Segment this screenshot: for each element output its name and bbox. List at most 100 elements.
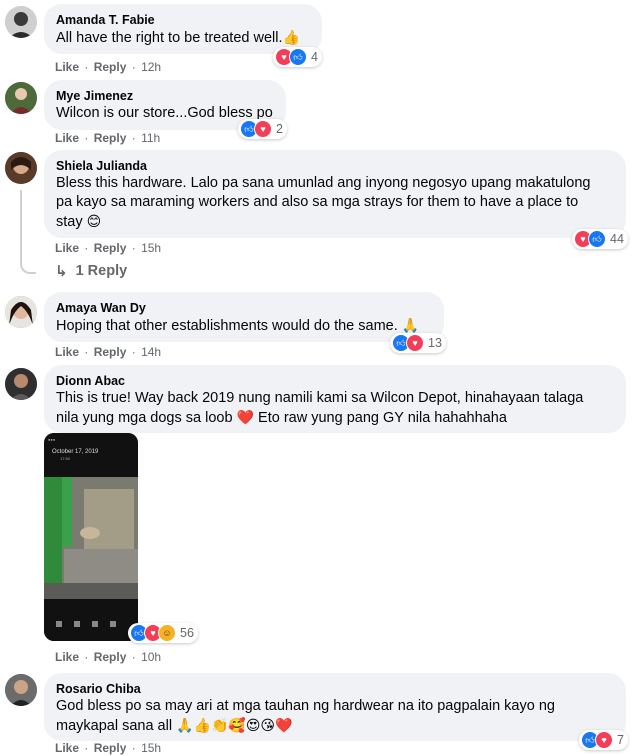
like-button[interactable]: Like	[55, 650, 79, 664]
comment-body: All have the right to be treated well.	[56, 30, 283, 46]
comment-actions: Like · Reply · 11h	[55, 130, 160, 146]
reply-button[interactable]: Reply	[94, 345, 127, 359]
separator: ·	[84, 650, 89, 664]
separator: ·	[84, 741, 89, 755]
love-icon: ♥	[254, 120, 272, 138]
comment-line: stay	[56, 214, 83, 230]
like-button[interactable]: Like	[55, 741, 79, 755]
timestamp[interactable]: 14h	[141, 345, 161, 359]
separator: ·	[131, 60, 136, 74]
comment-actions: Like · Reply · 10h	[55, 649, 161, 665]
comment-text: maykapal sana all 🙏👍👏🥰😍😘❤️	[56, 716, 614, 736]
love-icon: ♥	[406, 334, 424, 352]
reaction-summary[interactable]: ♥ 👍︎ 44	[572, 229, 628, 249]
timestamp[interactable]: 11h	[141, 131, 160, 145]
comment-actions: Like · Reply · 14h	[55, 344, 161, 360]
reaction-summary[interactable]: ♥ 👍︎ 4	[273, 47, 322, 67]
like-icon: 👍︎	[588, 230, 606, 248]
reaction-count: 4	[311, 50, 318, 64]
reaction-count: 2	[276, 122, 283, 136]
avatar[interactable]	[5, 296, 37, 328]
avatar-image	[5, 296, 37, 328]
commenter-name[interactable]: Mye Jimenez	[56, 88, 274, 104]
separator: ·	[84, 241, 89, 255]
comment-actions: Like · Reply · 15h	[55, 240, 161, 256]
reaction-count: 13	[428, 336, 442, 350]
comment-line: This is true! Way back 2019 nung namili …	[56, 390, 584, 406]
pray-emoji: 🙏	[401, 317, 420, 333]
commenter-name[interactable]: Dionn Abac	[56, 373, 614, 389]
svg-text:●●●: ●●●	[48, 437, 56, 442]
comment-line: maykapal sana all	[56, 718, 173, 734]
reaction-summary[interactable]: 👍︎ ♥ 2	[238, 119, 287, 139]
comment-bubble: Shiela Julianda Bless this hardware. Lal…	[44, 150, 626, 238]
thumbs-up-emoji: 👍	[282, 29, 300, 45]
commenter-name[interactable]: Amaya Wan Dy	[56, 300, 432, 316]
like-button[interactable]: Like	[55, 60, 79, 74]
avatar-image	[5, 152, 37, 184]
reply-button[interactable]: Reply	[94, 741, 127, 755]
reply-button[interactable]: Reply	[94, 131, 127, 145]
like-button[interactable]: Like	[55, 131, 79, 145]
separator: ·	[84, 131, 89, 145]
thread-line	[20, 190, 36, 274]
commenter-name[interactable]: Amanda T. Fabie	[56, 12, 310, 28]
photo-image: ●●● October 17, 2019 17:50	[44, 433, 138, 641]
avatar-image	[5, 6, 37, 38]
avatar-image	[5, 674, 37, 706]
comment-text: nila yung mga dogs sa loob ❤️ Eto raw yu…	[56, 408, 614, 428]
reaction-summary[interactable]: 👍︎ ♥ ☺ 56	[128, 623, 198, 643]
photo-date: October 17, 2019	[52, 449, 99, 455]
reply-arrow-icon: ↳	[55, 263, 68, 280]
reaction-count: 56	[180, 626, 194, 640]
photo-time: 17:50	[60, 456, 71, 461]
comment-body: Hoping that other establishments would d…	[56, 318, 398, 334]
avatar[interactable]	[5, 674, 37, 706]
avatar-image	[5, 368, 37, 400]
timestamp[interactable]: 12h	[141, 60, 161, 74]
reply-button[interactable]: Reply	[94, 60, 127, 74]
comment-bubble: Rosario Chiba God bless po sa may ari at…	[44, 673, 626, 741]
reply-button[interactable]: Reply	[94, 241, 127, 255]
like-icon: 👍︎	[289, 48, 307, 66]
comment-bubble: Amaya Wan Dy Hoping that other establish…	[44, 292, 444, 342]
comment-bubble: Dionn Abac This is true! Way back 2019 n…	[44, 365, 626, 433]
like-button[interactable]: Like	[55, 345, 79, 359]
avatar[interactable]	[5, 152, 37, 184]
heart-emoji: ❤️	[236, 409, 255, 425]
reaction-count: 44	[610, 232, 624, 246]
smile-emoji: 😊	[86, 213, 102, 229]
like-button[interactable]: Like	[55, 241, 79, 255]
commenter-name[interactable]: Shiela Julianda	[56, 158, 614, 174]
reply-button[interactable]: Reply	[94, 650, 127, 664]
separator: ·	[84, 60, 89, 74]
comment-line: Bless this hardware. Lalo pa sana umunla…	[56, 175, 591, 191]
separator: ·	[131, 345, 136, 359]
timestamp[interactable]: 15h	[141, 741, 161, 755]
attached-photo[interactable]: ●●● October 17, 2019 17:50	[44, 433, 138, 641]
comment-line: God bless po sa may ari at mga tauhan ng…	[56, 698, 555, 714]
reaction-summary[interactable]: 👍︎ ♥ 7	[579, 730, 628, 750]
comment-line: nila yung mga dogs sa loob	[56, 410, 233, 426]
commenter-name[interactable]: Rosario Chiba	[56, 681, 614, 697]
separator: ·	[131, 131, 136, 145]
timestamp[interactable]: 15h	[141, 241, 161, 255]
comment-text: Hoping that other establishments would d…	[56, 316, 432, 336]
reaction-summary[interactable]: 👍︎ ♥ 13	[390, 333, 446, 353]
comment-text: stay 😊	[56, 212, 614, 232]
timestamp[interactable]: 10h	[141, 650, 161, 664]
replies-count: 1 Reply	[75, 263, 128, 279]
comment-text: All have the right to be treated well.👍	[56, 28, 310, 48]
comment-line: pa kayo sa maraming workers and also sa …	[56, 194, 579, 210]
separator: ·	[131, 241, 136, 255]
comment-line: Eto raw yung pang GY nila hahahhaha	[258, 410, 507, 426]
love-icon: ♥	[595, 731, 613, 749]
comment-actions: Like · Reply · 15h	[55, 740, 161, 756]
separator: ·	[84, 345, 89, 359]
avatar[interactable]	[5, 82, 37, 114]
view-replies-link[interactable]: ↳ 1 Reply	[55, 262, 127, 280]
separator: ·	[131, 650, 136, 664]
haha-icon: ☺	[158, 624, 176, 642]
avatar[interactable]	[5, 6, 37, 38]
avatar[interactable]	[5, 368, 37, 400]
